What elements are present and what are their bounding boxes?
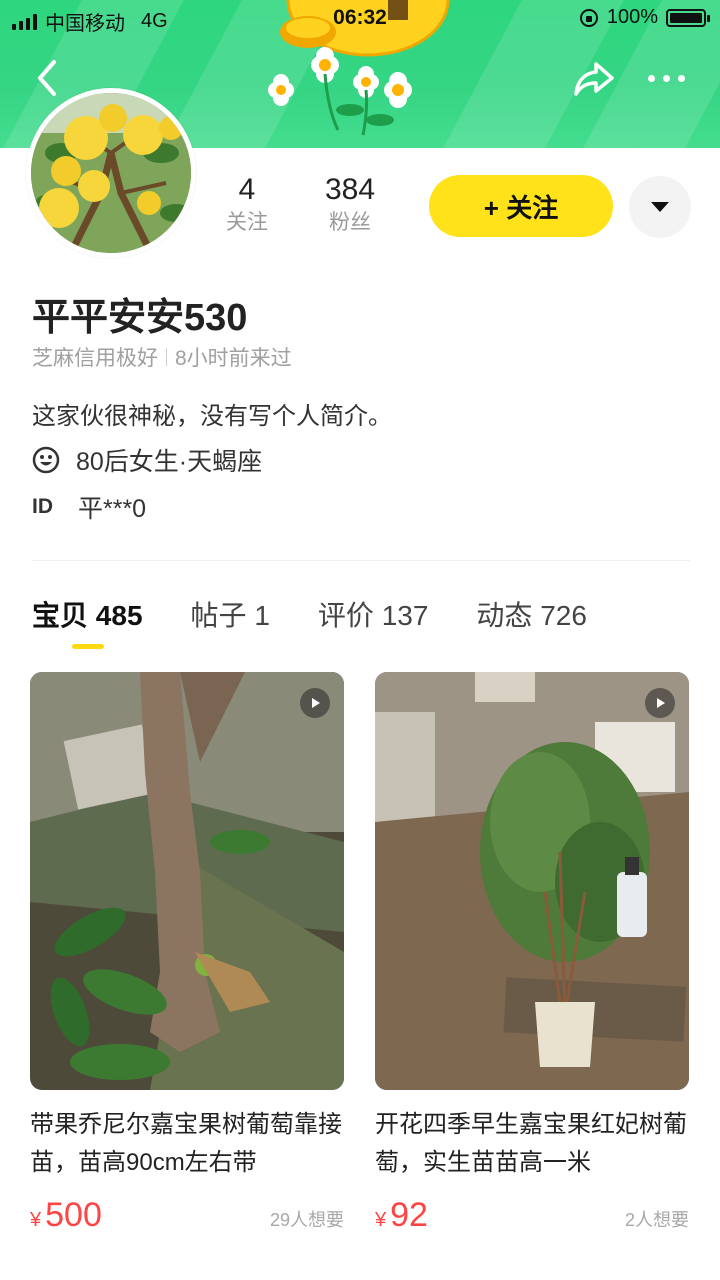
orientation-lock-icon	[579, 8, 598, 27]
demographics-row: 80后女生·天蝎座	[32, 442, 262, 478]
smiley-icon	[32, 446, 60, 474]
tab-posts[interactable]: 帖子 1	[191, 594, 270, 634]
wants-count: 2人想要	[624, 1210, 689, 1230]
id-label: ID	[32, 495, 53, 518]
battery-percent: 100%	[606, 6, 658, 28]
share-icon[interactable]	[572, 58, 616, 98]
avatar-image	[31, 93, 191, 253]
credit-rating[interactable]: 芝麻信用极好	[32, 342, 158, 372]
id-value: 平***0	[78, 495, 147, 523]
dropdown-button[interactable]	[629, 176, 691, 238]
tab-posts-count: 1	[254, 600, 270, 631]
active-tab-indicator	[72, 644, 104, 649]
tab-activity-label: 动态	[476, 600, 533, 631]
listing-card[interactable]: 带果乔尼尔嘉宝果树葡萄靠接苗，苗高90cm左右带 ¥500 29人想要	[30, 672, 344, 1235]
tab-reviews-label: 评价	[317, 600, 374, 631]
listing-title[interactable]: 带果乔尼尔嘉宝果树葡萄靠接苗，苗高90cm左右带	[30, 1106, 344, 1182]
back-icon[interactable]	[30, 58, 66, 98]
followers-stat[interactable]: 384 粉丝	[318, 172, 382, 238]
battery-icon	[666, 8, 710, 27]
tab-items-count: 485	[95, 600, 143, 631]
tab-items[interactable]: 宝贝 485	[32, 594, 143, 634]
listing-price: ¥500	[30, 1196, 102, 1235]
video-icon	[645, 688, 675, 718]
more-icon[interactable]	[648, 64, 692, 92]
tab-activity-count: 726	[540, 600, 587, 631]
listing-title[interactable]: 开花四季早生嘉宝果红妃树葡萄，实生苗苗高一米	[375, 1106, 689, 1182]
price-value: 92	[390, 1196, 428, 1234]
listing-image[interactable]	[375, 672, 689, 1090]
wants-count: 29人想要	[269, 1210, 344, 1230]
divider	[32, 560, 690, 561]
meta-separator	[166, 348, 167, 366]
bio: 这家伙很神秘，没有写个人简介。	[32, 403, 392, 430]
listing-image[interactable]	[30, 672, 344, 1090]
followers-count: 384	[324, 173, 376, 206]
follow-button-label: + 关注	[483, 192, 559, 223]
currency-symbol: ¥	[30, 1209, 42, 1231]
price-value: 500	[45, 1196, 102, 1234]
id-row: ID 平***0	[32, 489, 146, 525]
demographics: 80后女生·天蝎座	[76, 448, 263, 476]
avatar[interactable]	[26, 88, 196, 258]
video-icon	[300, 688, 330, 718]
listing-card[interactable]: 开花四季早生嘉宝果红妃树葡萄，实生苗苗高一米 ¥92 2人想要	[375, 672, 689, 1235]
listing-price: ¥92	[375, 1196, 428, 1235]
currency-symbol: ¥	[375, 1209, 387, 1231]
following-stat[interactable]: 4 关注	[222, 172, 272, 238]
tab-reviews[interactable]: 评价 137	[318, 594, 429, 634]
tab-bar: 宝贝 485 帖子 1 评价 137 动态 726	[32, 594, 587, 634]
status-bar: 中国移动 4G 06:32 100%	[0, 0, 720, 36]
tab-reviews-count: 137	[381, 600, 429, 631]
last-seen: 8小时前来过	[175, 347, 292, 370]
followers-label: 粉丝	[329, 211, 371, 234]
following-label: 关注	[226, 211, 268, 234]
tab-activity[interactable]: 动态 726	[476, 594, 587, 634]
tab-items-label: 宝贝	[32, 600, 89, 631]
dropdown-icon	[651, 202, 669, 212]
follow-button[interactable]: + 关注	[429, 175, 613, 237]
tab-posts-label: 帖子	[190, 600, 247, 631]
following-count: 4	[238, 173, 256, 206]
username: 平平安安530	[32, 297, 248, 339]
user-meta: 芝麻信用极好 8小时前来过	[32, 342, 292, 372]
